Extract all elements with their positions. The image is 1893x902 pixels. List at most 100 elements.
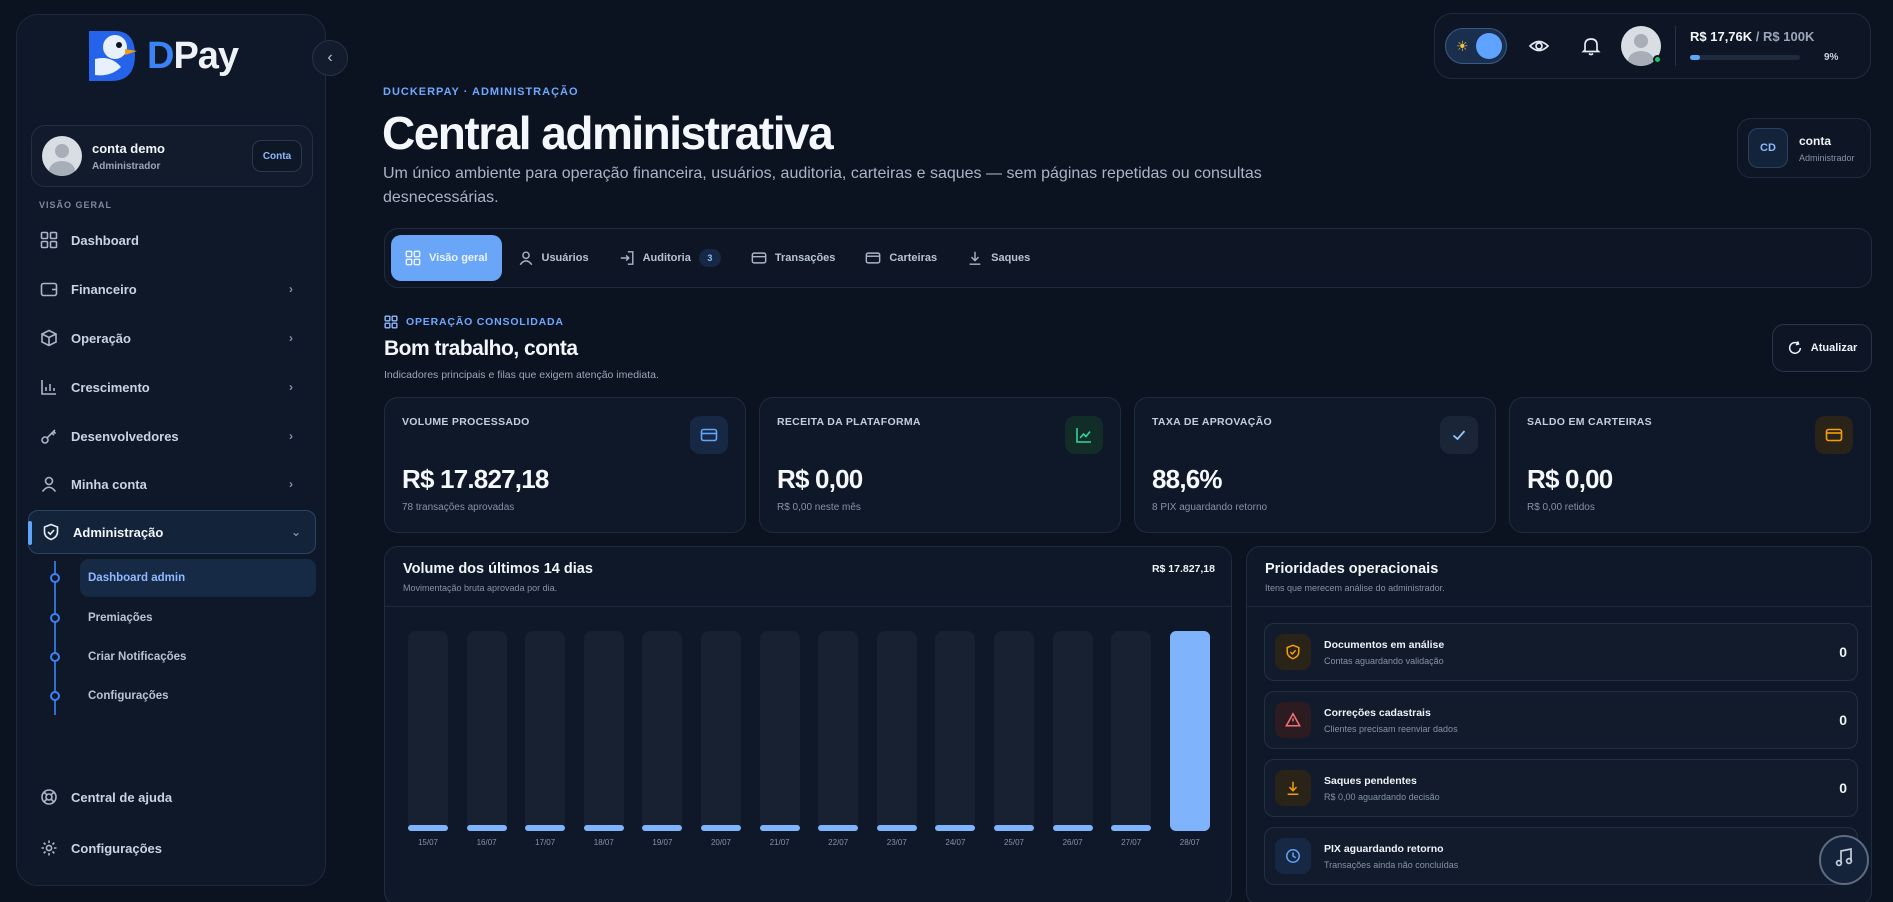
wallet-icon (1815, 416, 1853, 454)
grid-icon (405, 250, 421, 266)
account-button[interactable]: Conta (252, 140, 302, 172)
tab-auditoria[interactable]: Auditoria 3 (605, 235, 735, 281)
kpi-card-saldo: SALDO EM CARTEIRAS R$ 0,00 R$ 0,00 retid… (1509, 397, 1871, 533)
sidebar-item-label: Crescimento (71, 379, 150, 395)
sidebar-item-label: Operação (71, 330, 131, 346)
bar-track (994, 631, 1034, 831)
sidebar-item-crescimento[interactable]: Crescimento › (27, 365, 317, 409)
priority-item-saques[interactable]: Saques pendentes R$ 0,00 aguardando decis… (1264, 759, 1858, 817)
tab-saques[interactable]: Saques (953, 235, 1044, 281)
balance-amount: R$ 17,76K (1690, 29, 1753, 44)
sidebar-item-central-de-ajuda[interactable]: Central de ajuda (27, 775, 317, 819)
sidebar-item-operacao[interactable]: Operação › (27, 316, 317, 360)
bar[interactable] (818, 825, 859, 831)
priority-item-documentos[interactable]: Documentos em análise Contas aguardando v… (1264, 623, 1858, 681)
chevron-right-icon: › (289, 477, 293, 491)
priority-item-correcoes[interactable]: Correções cadastrais Clientes precisam re… (1264, 691, 1858, 749)
priority-item-pix[interactable]: PIX aguardando retorno Transações ainda n… (1264, 827, 1858, 885)
bar[interactable] (1169, 631, 1210, 831)
bell-icon[interactable] (1571, 26, 1611, 66)
bar[interactable] (994, 825, 1034, 831)
tab-visao-geral[interactable]: Visão geral (391, 235, 502, 281)
priority-title: Correções cadastrais (1324, 706, 1431, 719)
music-player-button[interactable] (1819, 835, 1869, 885)
balance-progress-fill (1690, 55, 1700, 60)
user-icon (39, 474, 59, 494)
tab-label: Auditoria (642, 252, 691, 264)
page-description: Um único ambiente para operação financei… (383, 165, 1262, 206)
sidebar-item-financeiro[interactable]: Financeiro › (27, 267, 317, 311)
subnav-item-configuracoes[interactable]: Configurações (80, 677, 316, 715)
page-title: Central administrativa (382, 107, 834, 159)
kpi-label: SALDO EM CARTEIRAS (1527, 416, 1652, 428)
bar[interactable] (935, 825, 976, 831)
bar-track (818, 631, 859, 831)
priority-subtitle: Clientes precisam reenviar dados (1324, 723, 1458, 734)
tab-carteiras[interactable]: Carteiras (851, 235, 951, 281)
subnav-dot (50, 573, 60, 583)
refresh-label: Atualizar (1810, 342, 1858, 354)
bar[interactable] (525, 825, 566, 831)
bar[interactable] (1052, 825, 1093, 831)
tab-usuarios[interactable]: Usuários (504, 235, 603, 281)
logo[interactable]: DPay (81, 25, 239, 87)
sidebar-item-label: Dashboard (71, 232, 139, 248)
bar[interactable] (876, 825, 917, 831)
priorities-subtitle: Itens que merecem análise do administrad… (1265, 583, 1445, 593)
profile-avatar[interactable] (1621, 26, 1662, 66)
priorities-title: Prioridades operacionais (1265, 561, 1439, 577)
bar[interactable] (759, 825, 800, 831)
x-tick-label: 15/07 (417, 838, 439, 847)
section-label: OPERAÇÃO CONSOLIDADA (384, 315, 564, 329)
x-tick-label: 20/07 (710, 838, 732, 847)
download-icon (967, 250, 983, 266)
topbar: ☀ R$ 17,76K / R$ 100K 9% (1434, 13, 1871, 79)
x-tick-label: 17/07 (535, 838, 556, 847)
subnav-item-premiacoes[interactable]: Premiações (80, 599, 316, 637)
balance-widget: R$ 17,76K / R$ 100K 9% (1690, 29, 1860, 63)
sidebar-item-configuracoes[interactable]: Configurações (27, 826, 317, 870)
sidebar-item-administracao[interactable]: Administração ⌄ (28, 510, 316, 554)
priority-subtitle: R$ 0,00 aguardando decisão (1324, 791, 1440, 802)
x-tick-label: 27/07 (1121, 838, 1142, 847)
subnav-item-criar-notificacoes[interactable]: Criar Notificações (80, 638, 316, 676)
refresh-button[interactable]: Atualizar (1772, 324, 1872, 372)
tab-label: Carteiras (889, 252, 938, 264)
account-card[interactable]: CD conta Administrador (1737, 118, 1871, 178)
bar[interactable] (642, 825, 683, 831)
theme-toggle[interactable]: ☀ (1445, 28, 1507, 64)
eye-icon[interactable] (1519, 26, 1559, 66)
sidebar-item-minha-conta[interactable]: Minha conta › (27, 462, 317, 506)
bar-track (701, 631, 741, 831)
bar[interactable] (583, 825, 624, 831)
shield-icon (1275, 634, 1311, 670)
login-icon (619, 250, 635, 266)
chevron-right-icon: › (289, 429, 293, 443)
bar[interactable] (701, 825, 741, 831)
subnav-dot (50, 691, 60, 701)
bar-chart-icon (39, 377, 59, 397)
sidebar-item-dashboard[interactable]: Dashboard (27, 218, 317, 262)
alert-icon (1275, 702, 1311, 738)
sidebar-section-label: VISÃO GERAL (39, 200, 113, 210)
user-name: conta demo (92, 140, 165, 156)
kpi-footnote: 8 PIX aguardando retorno (1152, 502, 1268, 513)
subnav-item-dashboard-admin[interactable]: Dashboard admin (80, 559, 316, 597)
tab-label: Usuários (541, 252, 589, 264)
divider (1675, 26, 1676, 66)
bar-track (466, 631, 507, 831)
tab-label: Visão geral (429, 252, 488, 264)
subnav-dot (50, 652, 60, 662)
lifebuoy-icon (39, 787, 59, 807)
bar[interactable] (408, 825, 448, 831)
chevron-right-icon: › (289, 331, 293, 345)
bar[interactable] (1111, 825, 1152, 831)
duck-logo-icon (81, 25, 143, 87)
sidebar-item-desenvolvedores[interactable]: Desenvolvedores › (27, 414, 317, 458)
bar-track (525, 631, 566, 831)
chevron-left-icon: ‹ (327, 49, 333, 66)
download-icon (1275, 770, 1311, 806)
collapse-sidebar-button[interactable]: ‹ (312, 40, 348, 76)
tab-transacoes[interactable]: Transações (737, 235, 850, 281)
bar[interactable] (466, 825, 507, 831)
